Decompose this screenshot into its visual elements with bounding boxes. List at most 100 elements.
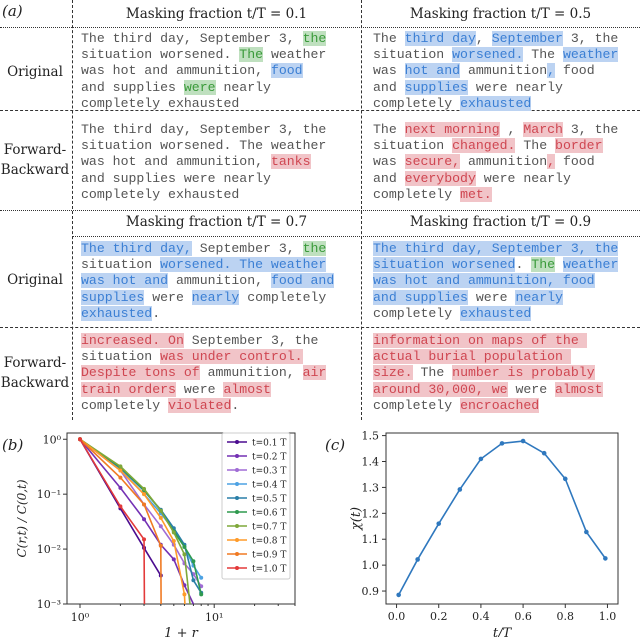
plain-text: ammunition, xyxy=(199,365,303,381)
y-tick-label: 1.4 xyxy=(362,456,380,469)
column-header-t05: Masking fraction t/T = 0.5 xyxy=(409,6,592,22)
row-label-line-2: Backward xyxy=(0,162,70,178)
plain-text: were xyxy=(507,381,556,397)
correlation-decay-chart: 10⁰ 10¹ 10⁰ 10⁻¹ 10⁻² 10⁻³ 1 + r C(r,t) / C(0,t… xyxy=(15,432,296,637)
masked-token: nearly xyxy=(515,289,563,305)
data-point xyxy=(118,504,123,509)
data-point xyxy=(158,508,163,513)
plain-text: were xyxy=(175,381,224,397)
changed-token: tanks xyxy=(270,154,311,170)
plain-text: was xyxy=(373,63,397,79)
legend-label: t=0.4 T xyxy=(252,481,286,491)
row-label-forward-backward: Forward- Backward xyxy=(0,353,70,393)
legend-marker xyxy=(235,496,239,500)
x-tick-label: 0.4 xyxy=(472,610,490,623)
masked-token: exhausted xyxy=(81,305,153,321)
masked-token: supplies xyxy=(404,79,468,95)
changed-token: information on maps of the xyxy=(373,333,587,348)
data-point xyxy=(171,530,176,535)
plain-text: situation worsened. xyxy=(81,47,232,63)
data-point xyxy=(415,557,420,562)
changed-token: encroached xyxy=(460,397,540,413)
changed-token: number is probably xyxy=(452,365,595,381)
unmasked-token: the xyxy=(302,241,327,256)
legend-marker xyxy=(235,454,239,458)
column-header-t07: Masking fraction t/T = 0.7 xyxy=(125,214,308,230)
plain-text: was xyxy=(373,154,397,170)
data-point xyxy=(142,517,147,522)
data-point xyxy=(191,578,196,583)
data-point xyxy=(142,502,147,507)
data-point xyxy=(182,544,187,549)
x-axis-label: 1 + r xyxy=(164,626,198,637)
data-point xyxy=(182,592,187,597)
data-point xyxy=(158,515,163,520)
masked-token: food xyxy=(270,63,303,79)
changed-token: March xyxy=(523,122,563,137)
grid-divider xyxy=(72,236,640,237)
y-axis-label: C(r,t) / C(0,t) xyxy=(15,479,29,557)
grid-divider xyxy=(0,27,640,28)
text-cell-t01-original: The third day, September 3, the situatio… xyxy=(81,31,327,112)
data-point xyxy=(499,441,505,446)
legend-label: t=0.2 T xyxy=(252,453,286,463)
plain-text: The xyxy=(412,365,453,381)
data-point xyxy=(171,539,176,544)
unmasked-token: the xyxy=(302,31,327,46)
changed-token: everybody xyxy=(404,170,476,186)
plain-text: , xyxy=(475,31,492,46)
text-comparison-grid: Masking fraction t/T = 0.1 Masking fract… xyxy=(0,0,640,420)
masked-token: supplies xyxy=(81,289,145,305)
data-point xyxy=(603,556,608,561)
data-point xyxy=(520,438,526,444)
x-tick-label: 10¹ xyxy=(205,611,223,624)
legend-marker xyxy=(235,538,239,542)
x-tick-label: 0.6 xyxy=(514,610,532,623)
legend-marker xyxy=(235,510,239,514)
masked-token: worsened. The weather xyxy=(160,257,327,273)
changed-token: around 30,000, we xyxy=(373,381,508,397)
data-point xyxy=(142,492,147,497)
y-tick-label: 1.2 xyxy=(362,507,380,520)
plain-text: The xyxy=(373,122,405,137)
row-label-forward-backward: Forward- Backward xyxy=(0,140,70,180)
row-label-original: Original xyxy=(7,272,63,288)
legend-marker xyxy=(235,552,239,556)
plain-text: ammunition xyxy=(460,63,548,79)
x-tick-label: 1.0 xyxy=(599,610,617,623)
plain-text: and supplies were nearly completely exha… xyxy=(81,170,271,202)
data-point xyxy=(396,592,401,598)
legend-label: t=0.7 T xyxy=(252,523,286,533)
y-tick-label: 10⁻¹ xyxy=(37,488,61,501)
changed-token: increased. On xyxy=(81,333,184,348)
plain-text: The xyxy=(515,138,556,154)
column-header-t09: Masking fraction t/T = 0.9 xyxy=(409,214,592,230)
masked-token: September xyxy=(491,31,563,46)
text-cell-t05-forward-backward: The next morning , March 3, the situatio… xyxy=(373,122,618,203)
y-tick-label: 10⁻³ xyxy=(37,598,61,611)
plain-text: completely xyxy=(373,305,453,321)
data-point xyxy=(78,437,83,442)
row-label-original: Original xyxy=(7,64,63,80)
plain-text: . xyxy=(152,305,161,321)
x-tick-label: 0.0 xyxy=(388,610,406,623)
column-header-t01: Masking fraction t/T = 0.1 xyxy=(125,6,308,22)
unmasked-token: The xyxy=(239,47,264,63)
plot-frame xyxy=(385,432,619,605)
changed-token: changed. xyxy=(452,138,516,154)
plain-text: ammunition xyxy=(460,154,548,170)
text-cell-t07-forward-backward: increased. On September 3, the situation… xyxy=(81,333,327,414)
data-point xyxy=(478,456,484,462)
data-point xyxy=(142,486,147,491)
changed-token: size. xyxy=(373,365,413,381)
changed-token: border xyxy=(555,138,603,154)
masked-token: weather xyxy=(562,47,619,63)
masked-token: worsened. xyxy=(452,47,524,63)
data-point xyxy=(118,485,123,490)
masked-token: and supplies xyxy=(373,289,468,305)
grid-divider xyxy=(0,327,640,328)
masked-token: The third day, September 3, the xyxy=(373,241,619,256)
x-tick-label: 10⁰ xyxy=(71,611,90,624)
y-tick-label: 1.1 xyxy=(362,533,380,546)
changed-token: Despite tons of xyxy=(81,365,200,381)
